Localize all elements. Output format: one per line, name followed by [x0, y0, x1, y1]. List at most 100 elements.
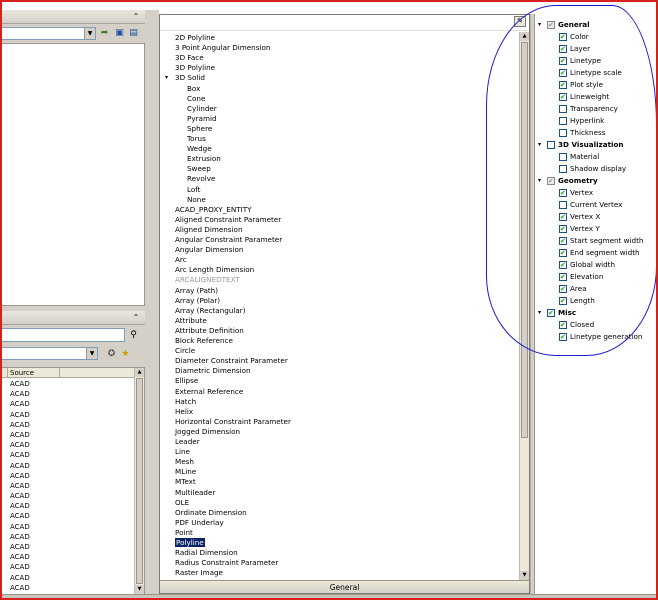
source-row[interactable]: ACAD	[10, 552, 130, 562]
object-type-item[interactable]: Arc	[175, 255, 187, 265]
property-checkbox[interactable]	[559, 129, 567, 137]
property-checkbox[interactable]	[547, 307, 555, 319]
source-row[interactable]: ACAD	[10, 542, 130, 552]
property-item[interactable]: Elevation	[535, 271, 655, 283]
save-as-icon[interactable]: ▤	[128, 28, 139, 39]
save-icon[interactable]: ▣	[114, 28, 125, 39]
object-type-item[interactable]: Horizontal Constraint Parameter	[175, 417, 291, 427]
object-type-item[interactable]: ARCALIGNEDTEXT	[175, 275, 240, 285]
collapse-icon[interactable]: ⌃	[131, 313, 141, 323]
property-group[interactable]: ▾ Misc	[535, 307, 655, 319]
property-checkbox[interactable]	[559, 211, 567, 223]
property-item[interactable]: Current Vertex	[535, 199, 655, 211]
object-type-item[interactable]: Sphere	[187, 124, 212, 134]
property-checkbox[interactable]	[559, 319, 567, 331]
object-type-item[interactable]: Mesh	[175, 457, 194, 467]
object-type-item[interactable]: Ordinate Dimension	[175, 508, 247, 518]
object-type-item[interactable]: Line	[175, 447, 190, 457]
source-row[interactable]: ACAD	[10, 573, 130, 583]
property-checkbox[interactable]	[559, 247, 567, 259]
property-item[interactable]: Vertex X	[535, 211, 655, 223]
object-type-item[interactable]: Block Reference	[175, 336, 233, 346]
favorite-icon[interactable]: ★	[120, 349, 131, 360]
property-item[interactable]: Thickness	[535, 127, 655, 139]
property-item[interactable]: Length	[535, 295, 655, 307]
object-type-item[interactable]: Aligned Constraint Parameter	[175, 215, 281, 225]
object-type-item[interactable]: Torus	[187, 134, 206, 144]
property-checkbox[interactable]	[559, 331, 567, 343]
source-row[interactable]: ACAD	[10, 491, 130, 501]
object-type-item[interactable]: Arc Length Dimension	[175, 265, 254, 275]
object-type-item[interactable]: Aligned Dimension	[175, 225, 243, 235]
property-checkbox[interactable]	[559, 79, 567, 91]
property-item[interactable]: End segment width	[535, 247, 655, 259]
object-type-item[interactable]: Ellipse	[175, 376, 198, 386]
property-checkbox[interactable]	[547, 141, 555, 149]
source-row[interactable]: ACAD	[10, 450, 130, 460]
property-checkbox[interactable]	[559, 223, 567, 235]
source-row[interactable]: ACAD	[10, 532, 130, 542]
property-checkbox[interactable]	[559, 187, 567, 199]
source-row[interactable]: ACAD	[10, 481, 130, 491]
property-checkbox[interactable]	[559, 117, 567, 125]
property-item[interactable]: Plot style	[535, 79, 655, 91]
object-type-item[interactable]: Leader	[175, 437, 200, 447]
property-item[interactable]: Linetype	[535, 55, 655, 67]
property-checkbox[interactable]	[559, 271, 567, 283]
expand-toggle-icon[interactable]: ▾	[538, 175, 545, 187]
property-checkbox[interactable]	[559, 283, 567, 295]
source-row[interactable]: ACAD	[10, 430, 130, 440]
property-item[interactable]: Vertex Y	[535, 223, 655, 235]
source-row[interactable]: ACAD	[10, 471, 130, 481]
property-item[interactable]: Shadow display	[535, 163, 655, 175]
object-type-item[interactable]: 2D Polyline	[175, 33, 215, 43]
object-type-item[interactable]: 3 Point Angular Dimension	[175, 43, 270, 53]
scroll-up-icon[interactable]: ▲	[520, 32, 529, 41]
scroll-down-icon[interactable]: ▼	[135, 585, 144, 594]
property-checkbox[interactable]	[559, 43, 567, 55]
source-row[interactable]: ACAD	[10, 522, 130, 532]
property-settings-icon[interactable]: ✎	[514, 16, 526, 27]
object-type-item[interactable]: Box	[187, 84, 200, 94]
scrollbar[interactable]: ▲ ▼	[134, 368, 144, 594]
source-row[interactable]: ACAD	[10, 501, 130, 511]
source-row[interactable]: ACAD	[10, 379, 130, 389]
object-type-item[interactable]: Array (Polar)	[175, 296, 220, 306]
property-checkbox[interactable]	[559, 105, 567, 113]
object-type-item[interactable]: 3D Face	[175, 53, 204, 63]
object-type-item[interactable]: MLine	[175, 467, 196, 477]
object-type-item[interactable]: MText	[175, 477, 196, 487]
property-checkbox[interactable]	[559, 153, 567, 161]
category-footer[interactable]: General	[160, 580, 529, 593]
property-item[interactable]: Transparency	[535, 103, 655, 115]
object-type-item[interactable]: Array (Path)	[175, 286, 218, 296]
object-type-item[interactable]: Diameter Constraint Parameter	[175, 356, 288, 366]
chevron-down-icon[interactable]: ▼	[86, 348, 97, 359]
expand-toggle-icon[interactable]: ▾	[538, 19, 545, 31]
source-row[interactable]: ACAD	[10, 562, 130, 572]
property-checkbox[interactable]	[547, 19, 555, 31]
property-checkbox[interactable]	[559, 235, 567, 247]
property-checkbox[interactable]	[559, 295, 567, 307]
filter-icon[interactable]: ✪	[106, 349, 117, 360]
column-header-source[interactable]: Source	[10, 368, 34, 378]
object-type-item[interactable]: Angular Dimension	[175, 245, 243, 255]
scroll-thumb[interactable]	[136, 378, 143, 584]
scroll-thumb[interactable]	[521, 42, 528, 438]
source-row[interactable]: ACAD	[10, 389, 130, 399]
property-checkbox[interactable]	[559, 91, 567, 103]
chevron-down-icon[interactable]: ▼	[84, 28, 95, 39]
object-type-item[interactable]: Loft	[187, 185, 201, 195]
object-type-item[interactable]: Angular Constraint Parameter	[175, 235, 282, 245]
object-type-item[interactable]: Cylinder	[187, 104, 217, 114]
property-item[interactable]: Linetype generation	[535, 331, 655, 343]
property-group[interactable]: ▾ General	[535, 19, 655, 31]
property-checkbox[interactable]	[559, 31, 567, 43]
property-checkbox[interactable]	[559, 67, 567, 79]
source-row[interactable]: ACAD	[10, 583, 130, 593]
object-type-item[interactable]: OLE	[175, 498, 189, 508]
object-type-item[interactable]: Revolve	[187, 174, 215, 184]
search-icon[interactable]: ⚲	[128, 330, 139, 341]
property-checkbox[interactable]	[559, 201, 567, 209]
collapse-icon[interactable]: ⌃	[131, 12, 141, 22]
